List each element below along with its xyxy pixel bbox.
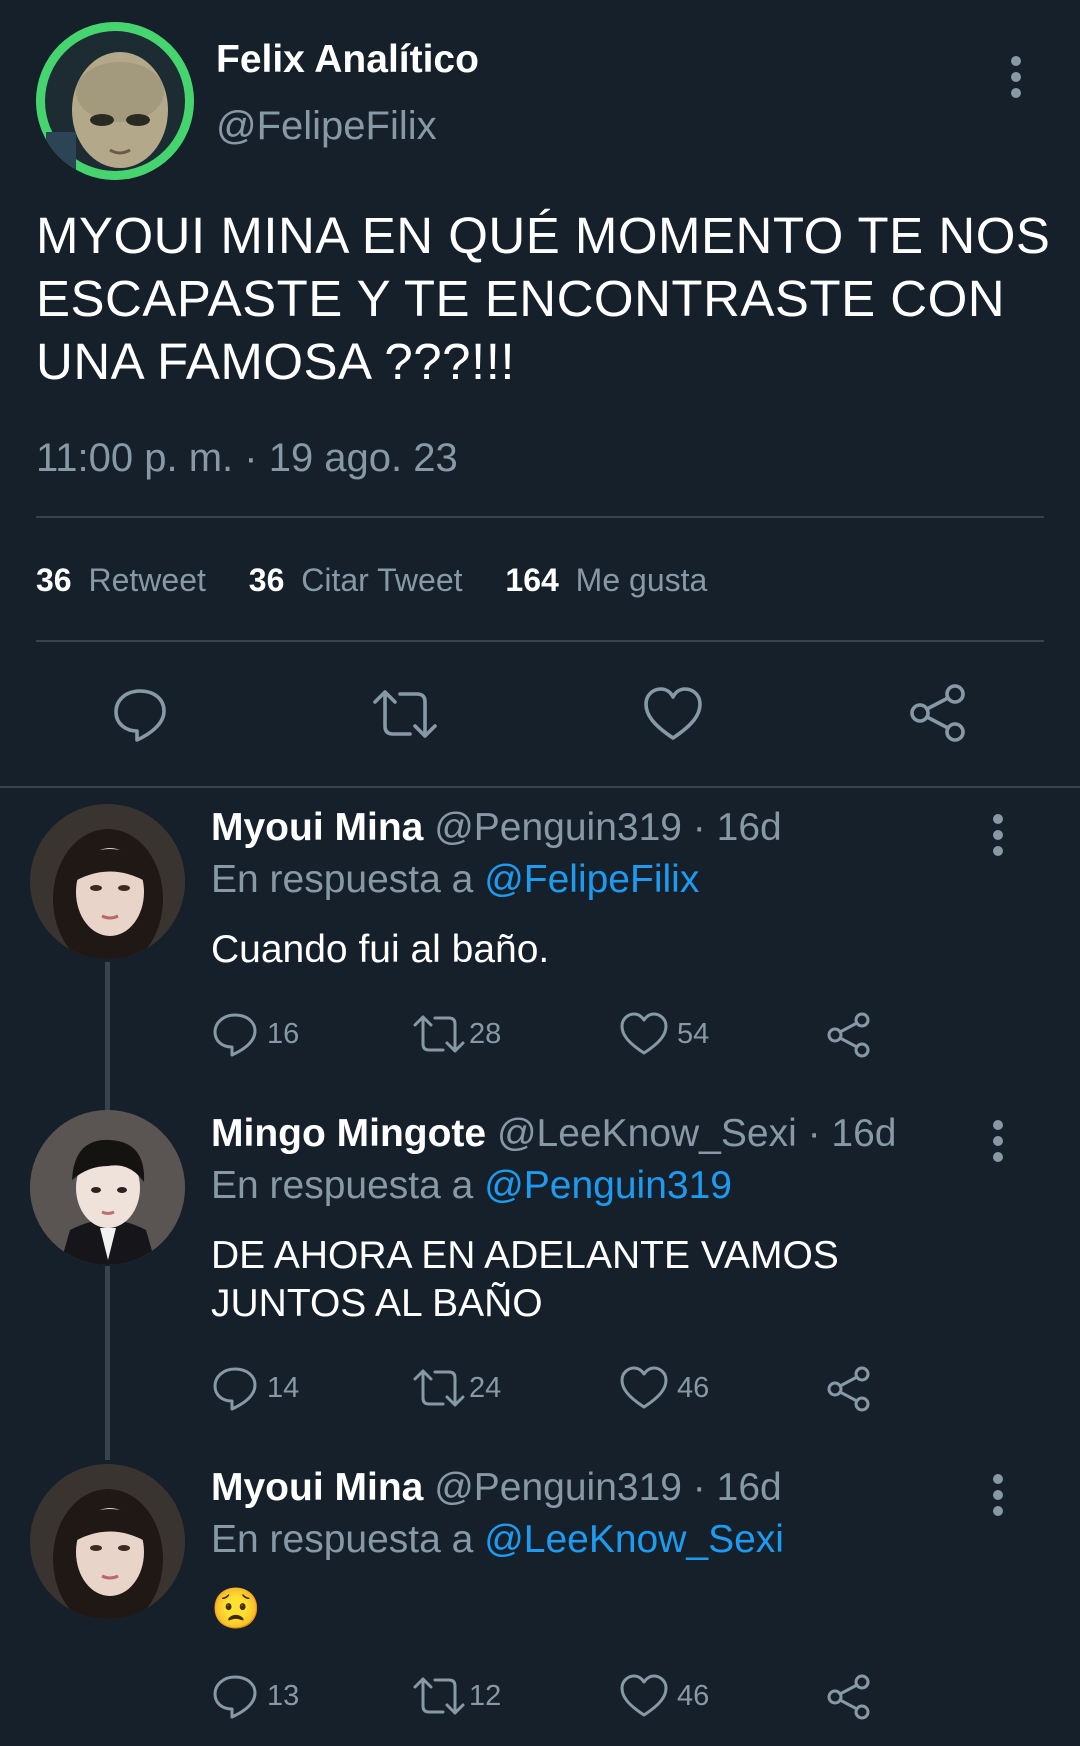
tweet-text-line: UNA FAMOSA ???!!! xyxy=(36,333,516,390)
retweet-icon xyxy=(413,1369,465,1407)
reply-text-line: 😟 xyxy=(211,1587,261,1631)
reply-prefix: En respuesta a xyxy=(211,1518,474,1561)
reply-header: Mingo Mingote @LeeKnow_Sexi · 16d xyxy=(211,1112,896,1156)
thread-line xyxy=(105,962,110,1110)
retweet-button[interactable]: 24 xyxy=(411,1364,501,1412)
retweets-stat[interactable]: 36 Retweet xyxy=(36,562,215,598)
reply-avatar[interactable] xyxy=(30,1464,185,1619)
like-button[interactable] xyxy=(642,684,704,744)
retweet-count: 12 xyxy=(469,1679,502,1712)
reply-header: Myoui Mina @Penguin319 · 16d xyxy=(211,1466,782,1510)
reply-prefix: En respuesta a xyxy=(211,1164,474,1207)
share-button[interactable] xyxy=(825,1364,875,1414)
reply-handle-time[interactable]: @Penguin319 · 16d xyxy=(434,806,782,849)
retweets-label: Retweet xyxy=(88,562,206,598)
heart-icon xyxy=(620,1366,668,1409)
reply-context: En respuesta a @Penguin319 xyxy=(211,1164,732,1208)
retweet-count: 24 xyxy=(469,1371,502,1404)
comment-icon xyxy=(213,1013,257,1057)
reply-button[interactable]: 14 xyxy=(211,1364,299,1412)
reply-button[interactable]: 13 xyxy=(211,1672,299,1720)
like-count: 54 xyxy=(677,1017,710,1050)
like-button[interactable]: 46 xyxy=(619,1364,709,1412)
share-icon xyxy=(827,1366,870,1412)
retweet-icon xyxy=(413,1677,465,1715)
share-icon xyxy=(827,1012,870,1058)
author-display-name[interactable]: Felix Analítico xyxy=(216,38,479,82)
reply-avatar[interactable] xyxy=(30,804,185,959)
likes-label: Me gusta xyxy=(575,562,708,598)
reply-context: En respuesta a @FelipeFilix xyxy=(211,858,699,902)
heart-icon xyxy=(620,1674,668,1717)
retweets-count: 36 xyxy=(36,562,72,598)
share-button[interactable] xyxy=(908,682,972,744)
reply-text: Cuando fui al baño. xyxy=(211,926,549,974)
reply-avatar[interactable] xyxy=(30,1110,185,1265)
comment-icon xyxy=(213,1367,257,1411)
like-button[interactable]: 54 xyxy=(619,1010,709,1058)
reply-count: 13 xyxy=(267,1679,300,1712)
retweet-button[interactable]: 28 xyxy=(411,1010,501,1058)
reply-text: 😟 xyxy=(211,1584,261,1634)
retweet-button[interactable]: 12 xyxy=(411,1672,501,1720)
tweet-stats: 36 Retweet 36 Citar Tweet 164 Me gusta xyxy=(36,562,707,599)
reply-text-line: JUNTOS AL BAÑO xyxy=(211,1282,543,1325)
more-options-icon[interactable] xyxy=(1011,56,1021,104)
reply-display-name[interactable]: Mingo Mingote xyxy=(211,1112,486,1155)
reply-display-name[interactable]: Myoui Mina xyxy=(211,1466,423,1509)
reply-handle-time[interactable]: @Penguin319 · 16d xyxy=(434,1466,782,1509)
reply-display-name[interactable]: Myoui Mina xyxy=(211,806,423,849)
reply-count: 14 xyxy=(267,1371,300,1404)
retweet-icon xyxy=(373,690,437,738)
quotes-count: 36 xyxy=(248,562,285,598)
share-icon xyxy=(827,1674,870,1720)
retweet-icon xyxy=(413,1015,465,1053)
tweet-text-line: ESCAPASTE Y TE ENCONTRASTE CON xyxy=(36,270,1006,327)
reply-text-line: DE AHORA EN ADELANTE VAMOS xyxy=(211,1234,839,1277)
reply-to-link[interactable]: @Penguin319 xyxy=(484,1164,732,1207)
heart-icon xyxy=(644,687,702,740)
author-handle[interactable]: @FelipeFilix xyxy=(216,104,437,149)
reply-header: Myoui Mina @Penguin319 · 16d xyxy=(211,806,782,850)
heart-icon xyxy=(620,1012,668,1055)
retweet-count: 28 xyxy=(469,1017,502,1050)
reply-handle-time[interactable]: @LeeKnow_Sexi · 16d xyxy=(497,1112,897,1155)
share-button[interactable] xyxy=(825,1010,875,1060)
tweet-text-line: MYOUI MINA EN QUÉ MOMENTO TE NOS xyxy=(36,207,1051,264)
tweet-timestamp: 11:00 p. m. · 19 ago. 23 xyxy=(36,436,458,480)
reply-button[interactable] xyxy=(110,684,170,744)
quotes-label: Citar Tweet xyxy=(301,562,463,598)
reply-to-link[interactable]: @LeeKnow_Sexi xyxy=(484,1518,784,1561)
reply-text: DE AHORA EN ADELANTE VAMOS JUNTOS AL BAÑ… xyxy=(211,1232,839,1328)
like-count: 46 xyxy=(677,1371,710,1404)
reply-actions: 16 28 54 xyxy=(211,1010,891,1060)
reply-count: 16 xyxy=(267,1017,300,1050)
divider xyxy=(36,640,1044,642)
retweet-button[interactable] xyxy=(370,684,440,744)
reply-prefix: En respuesta a xyxy=(211,858,474,901)
more-options-icon[interactable] xyxy=(993,814,1003,862)
reply-actions: 13 12 46 xyxy=(211,1672,891,1722)
author-avatar[interactable] xyxy=(36,22,194,180)
divider xyxy=(36,516,1044,518)
comment-icon xyxy=(213,1675,257,1719)
share-button[interactable] xyxy=(825,1672,875,1722)
share-icon xyxy=(910,684,965,742)
thread-line xyxy=(105,1266,110,1460)
more-options-icon[interactable] xyxy=(993,1120,1003,1168)
reply-to-link[interactable]: @FelipeFilix xyxy=(484,858,699,901)
reply-button[interactable]: 16 xyxy=(211,1010,299,1058)
comment-icon xyxy=(114,689,166,742)
likes-stat[interactable]: 164 Me gusta xyxy=(505,562,707,598)
likes-count: 164 xyxy=(505,562,559,598)
tweet-text: MYOUI MINA EN QUÉ MOMENTO TE NOS ESCAPAS… xyxy=(36,204,1050,393)
quotes-stat[interactable]: 36 Citar Tweet xyxy=(249,562,472,598)
more-options-icon[interactable] xyxy=(993,1474,1003,1522)
reply-context: En respuesta a @LeeKnow_Sexi xyxy=(211,1518,784,1562)
divider xyxy=(0,786,1080,788)
reply-actions: 14 24 46 xyxy=(211,1364,891,1414)
like-button[interactable]: 46 xyxy=(619,1672,709,1720)
reply-text-line: Cuando fui al baño. xyxy=(211,928,550,971)
like-count: 46 xyxy=(677,1679,710,1712)
